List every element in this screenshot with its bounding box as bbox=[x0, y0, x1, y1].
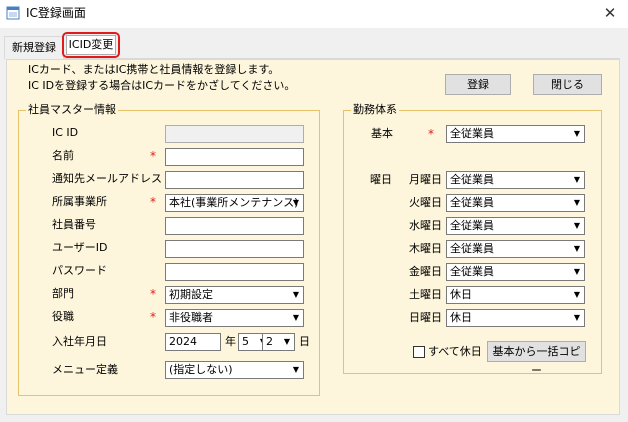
dropdown-arrow-icon[interactable]: ▼ bbox=[570, 126, 584, 142]
join-year-value: 2024 bbox=[169, 335, 197, 348]
icid-field bbox=[165, 125, 304, 143]
dropdown-arrow-icon[interactable]: ▼ bbox=[570, 172, 584, 188]
work-schedule-legend: 勤務体系 bbox=[351, 103, 399, 117]
email-field[interactable] bbox=[165, 171, 304, 189]
weekday-4-label: 金曜日 bbox=[409, 265, 442, 278]
department-select-value: 初期設定 bbox=[169, 288, 213, 301]
weekday-1-label: 火曜日 bbox=[409, 196, 442, 209]
menu-definition-label: メニュー定義 bbox=[52, 363, 118, 376]
department-label: 部門 bbox=[52, 287, 74, 300]
name-label: 名前 bbox=[52, 149, 74, 162]
user-id-field[interactable] bbox=[165, 240, 304, 258]
dropdown-arrow-icon[interactable]: ▼ bbox=[289, 195, 303, 211]
tab-new-registration[interactable]: 新規登録 bbox=[4, 36, 64, 59]
weekday-6-value: 休日 bbox=[450, 311, 472, 324]
employee-number-label: 社員番号 bbox=[52, 218, 96, 231]
icid-label: IC ID bbox=[52, 126, 79, 139]
weekday-4-value: 全従業員 bbox=[450, 265, 494, 278]
day-unit-label: 日 bbox=[299, 335, 310, 348]
dropdown-arrow-icon[interactable]: ▼ bbox=[289, 362, 303, 378]
office-select-value: 本社(事業所メンテナンス) bbox=[169, 196, 299, 209]
dropdown-arrow-icon[interactable]: ▼ bbox=[570, 287, 584, 303]
join-year-select[interactable]: 2024 bbox=[165, 333, 221, 351]
email-label: 通知先メールアドレス bbox=[52, 172, 162, 185]
weekday-1-select[interactable]: 全従業員 ▼ bbox=[446, 194, 585, 212]
office-select[interactable]: 本社(事業所メンテナンス) ▼ bbox=[165, 194, 304, 212]
year-unit-label: 年 bbox=[225, 335, 236, 348]
required-mark: * bbox=[150, 310, 156, 324]
window-title: IC登録画面 bbox=[26, 6, 86, 20]
menu-definition-select[interactable]: (指定しない) ▼ bbox=[165, 361, 304, 379]
weekday-2-label: 水曜日 bbox=[409, 219, 442, 232]
weekday-0-label: 月曜日 bbox=[409, 173, 442, 186]
weekday-1-value: 全従業員 bbox=[450, 196, 494, 209]
weekday-2-select[interactable]: 全従業員 ▼ bbox=[446, 217, 585, 235]
copy-from-base-button[interactable]: 基本から一括コピー bbox=[487, 341, 586, 377]
dropdown-arrow-icon[interactable]: ▼ bbox=[570, 310, 584, 326]
close-button[interactable]: 閉じる bbox=[533, 74, 602, 95]
department-select[interactable]: 初期設定 ▼ bbox=[165, 286, 304, 304]
menu-definition-value: (指定しない) bbox=[169, 363, 233, 376]
close-icon[interactable]: ✕ bbox=[598, 3, 622, 23]
weekday-3-label: 木曜日 bbox=[409, 242, 442, 255]
weekday-5-value: 休日 bbox=[450, 288, 472, 301]
employee-master-legend: 社員マスター情報 bbox=[26, 103, 118, 117]
name-field[interactable] bbox=[165, 148, 304, 166]
dropdown-arrow-icon[interactable]: ▼ bbox=[289, 310, 303, 326]
required-mark: * bbox=[150, 195, 156, 209]
weekday-0-select[interactable]: 全従業員 ▼ bbox=[446, 171, 585, 189]
weekday-label: 曜日 bbox=[370, 173, 392, 186]
base-schedule-select[interactable]: 全従業員 ▼ bbox=[446, 125, 585, 143]
weekday-5-select[interactable]: 休日 ▼ bbox=[446, 286, 585, 304]
intro-line-1: ICカード、またはIC携帯と社員情報を登録します。 bbox=[28, 63, 280, 76]
position-select[interactable]: 非役職者 ▼ bbox=[165, 309, 304, 327]
base-schedule-value: 全従業員 bbox=[450, 127, 494, 140]
dropdown-arrow-icon[interactable]: ▼ bbox=[570, 264, 584, 280]
dropdown-arrow-icon[interactable]: ▼ bbox=[570, 195, 584, 211]
join-date-label: 入社年月日 bbox=[52, 335, 107, 348]
user-id-label: ユーザーID bbox=[52, 241, 108, 254]
required-mark: * bbox=[150, 149, 156, 163]
password-label: パスワード bbox=[52, 264, 107, 277]
weekday-6-select[interactable]: 休日 ▼ bbox=[446, 309, 585, 327]
password-field[interactable] bbox=[165, 263, 304, 281]
join-month-value: 5 bbox=[242, 335, 249, 348]
weekday-0-value: 全従業員 bbox=[450, 173, 494, 186]
app-window-icon bbox=[6, 6, 20, 20]
join-day-select[interactable]: 2 ▼ bbox=[262, 333, 295, 351]
position-label: 役職 bbox=[52, 310, 74, 323]
intro-line-2: IC IDを登録する場合はICカードをかざしてください。 bbox=[28, 79, 296, 92]
weekday-2-value: 全従業員 bbox=[450, 219, 494, 232]
weekday-4-select[interactable]: 全従業員 ▼ bbox=[446, 263, 585, 281]
weekday-6-label: 日曜日 bbox=[409, 311, 442, 324]
dropdown-arrow-icon[interactable]: ▼ bbox=[289, 287, 303, 303]
office-label: 所属事業所 bbox=[52, 195, 107, 208]
all-holiday-checkbox[interactable] bbox=[413, 346, 425, 358]
join-day-value: 2 bbox=[266, 335, 273, 348]
required-mark: * bbox=[150, 287, 156, 301]
employee-number-field[interactable] bbox=[165, 217, 304, 235]
base-label: 基本 bbox=[371, 127, 393, 140]
dropdown-arrow-icon[interactable]: ▼ bbox=[280, 334, 294, 350]
weekday-3-value: 全従業員 bbox=[450, 242, 494, 255]
tab-icid-change[interactable]: ICID変更 bbox=[66, 35, 116, 55]
dropdown-arrow-icon[interactable]: ▼ bbox=[570, 218, 584, 234]
weekday-3-select[interactable]: 全従業員 ▼ bbox=[446, 240, 585, 258]
all-holiday-label: すべて休日 bbox=[428, 345, 482, 358]
position-select-value: 非役職者 bbox=[169, 311, 213, 324]
title-bar: IC登録画面 ✕ bbox=[0, 0, 628, 28]
weekday-5-label: 土曜日 bbox=[409, 288, 442, 301]
register-button[interactable]: 登録 bbox=[445, 74, 511, 95]
required-mark: * bbox=[428, 127, 434, 141]
dropdown-arrow-icon[interactable]: ▼ bbox=[570, 241, 584, 257]
